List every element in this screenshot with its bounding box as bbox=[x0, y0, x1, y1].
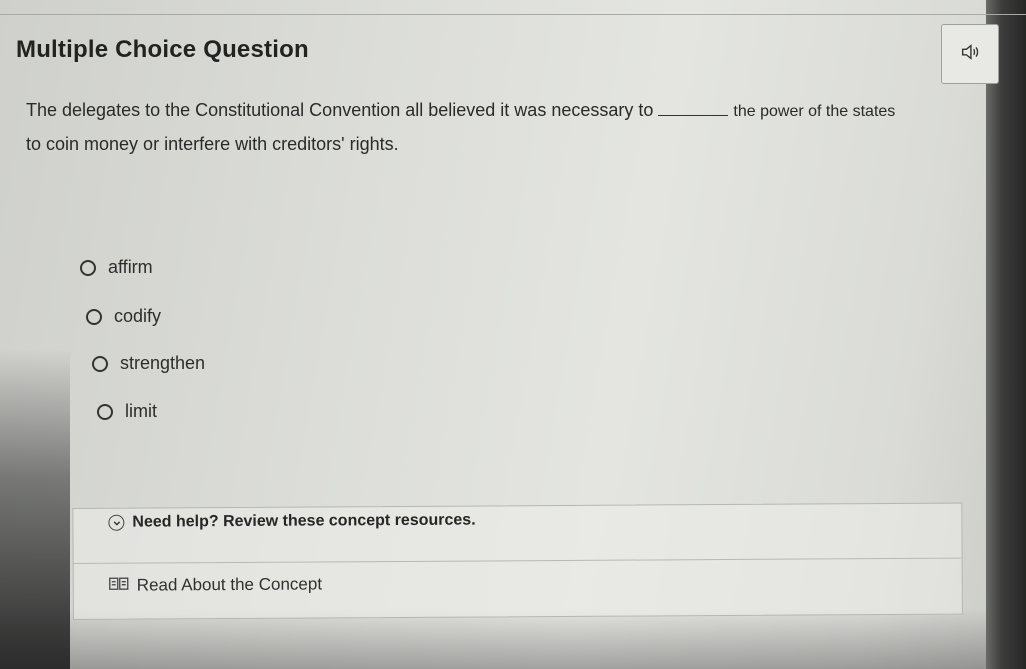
read-about-concept-link[interactable]: Read About the Concept bbox=[109, 574, 322, 595]
question-text-after-blank: the power of the states bbox=[733, 103, 896, 120]
top-divider bbox=[0, 14, 1026, 15]
option-strengthen[interactable]: strengthen bbox=[92, 353, 205, 374]
question-prompt: The delegates to the Constitutional Conv… bbox=[26, 94, 1001, 160]
option-limit[interactable]: limit bbox=[97, 401, 157, 422]
question-text-line2: to coin money or interfere with creditor… bbox=[26, 134, 399, 154]
chevron-down-icon bbox=[108, 514, 125, 531]
radio-button[interactable] bbox=[97, 403, 113, 420]
help-toggle[interactable]: Need help? Review these concept resource… bbox=[108, 511, 476, 532]
concept-resources-panel: Need help? Review these concept resource… bbox=[72, 455, 966, 622]
radio-button[interactable] bbox=[92, 355, 108, 372]
option-codify[interactable]: codify bbox=[86, 306, 161, 327]
help-header-label: Need help? Review these concept resource… bbox=[132, 511, 476, 531]
option-label: codify bbox=[114, 306, 162, 326]
option-affirm[interactable]: affirm bbox=[80, 257, 153, 278]
answer-blank bbox=[658, 101, 729, 116]
speaker-icon bbox=[959, 41, 981, 68]
question-type-title: Multiple Choice Question bbox=[16, 36, 309, 63]
resource-label: Read About the Concept bbox=[136, 574, 323, 595]
option-label: strengthen bbox=[120, 353, 206, 373]
question-text-start: The delegates to the Constitutional Conv… bbox=[26, 100, 654, 120]
shadow-left bbox=[0, 349, 70, 669]
radio-button[interactable] bbox=[80, 259, 96, 276]
option-label: affirm bbox=[108, 257, 153, 277]
option-label: limit bbox=[125, 401, 157, 421]
radio-button[interactable] bbox=[86, 308, 102, 325]
book-icon bbox=[109, 576, 129, 596]
read-aloud-button[interactable] bbox=[941, 24, 999, 84]
